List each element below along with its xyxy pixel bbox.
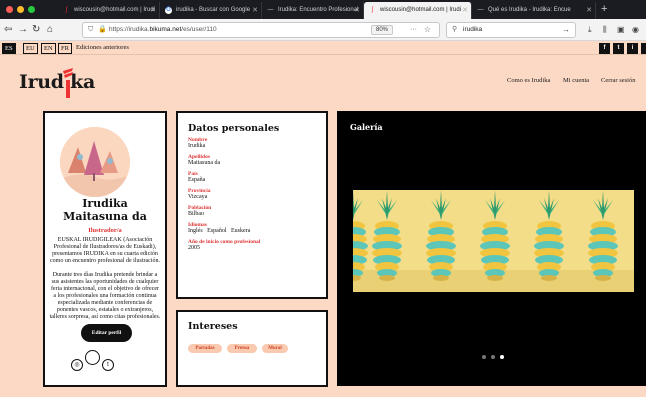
twitter-icon[interactable]: t	[613, 43, 624, 54]
bookmark-star-icon[interactable]: ☆	[424, 23, 431, 37]
account-icon[interactable]: ◉	[632, 24, 639, 36]
tab-3[interactable]: — Irudika: Encuentro Profesional ✕	[262, 2, 364, 19]
search-input[interactable]: ⚲ irudika →	[446, 22, 576, 38]
gallery-dot-1[interactable]	[482, 355, 486, 359]
close-window-icon[interactable]	[6, 6, 13, 13]
interests-title: Intereses	[188, 321, 238, 332]
extra-social-icon[interactable]	[641, 43, 646, 54]
menu-cerrar-sesion[interactable]: Cerrar sesión	[601, 77, 635, 84]
library-icon[interactable]: ⫼	[603, 24, 607, 36]
previous-editions-link[interactable]: Ediciones anteriores	[76, 44, 129, 51]
profile-card: Irudika Maitasuna da Ilustrador/a EUSKAL…	[43, 111, 167, 387]
edit-profile-button[interactable]: Editar perfil	[81, 324, 132, 342]
gallery-dot-2[interactable]	[491, 355, 495, 359]
personal-data-title: Datos personales	[188, 123, 280, 134]
profile-name-line1: Irudika	[82, 197, 128, 210]
forward-icon[interactable]: →	[18, 23, 28, 36]
close-tab-icon[interactable]: ✕	[586, 2, 592, 19]
zoom-level-badge[interactable]: 80%	[370, 25, 393, 35]
language-bar: ES EU EN FR Ediciones anteriores f t i	[0, 42, 646, 55]
blank-social-icon[interactable]	[85, 350, 100, 365]
interest-tag-portadas[interactable]: Portadas	[188, 344, 222, 353]
reload-icon[interactable]: ↻	[32, 23, 40, 36]
pineapples-image-icon	[353, 190, 634, 292]
interests-card: Intereses Portadas Prensa Mural	[176, 310, 328, 387]
lock-icon: 🔒	[98, 26, 107, 33]
search-icon: ⚲	[452, 26, 458, 33]
language-eu[interactable]: EU	[23, 43, 38, 54]
back-icon[interactable]: ⇦	[4, 23, 12, 36]
maximize-window-icon[interactable]	[28, 6, 35, 13]
twitter-icon[interactable]: t	[102, 359, 114, 371]
tab-4-active[interactable]: ʃ wiscousin@hotmail.com | Irudi ✕	[364, 2, 472, 19]
downloads-icon[interactable]: ⤓	[588, 24, 592, 36]
field-value-pais: España	[188, 177, 206, 183]
profile-bio-1: EUSKAL IRUDIGILEAK (Asociación Profesion…	[50, 237, 160, 264]
avatar-illustration-icon	[60, 127, 130, 197]
close-tab-icon[interactable]: ✕	[462, 2, 468, 19]
new-tab-button[interactable]: +	[601, 1, 607, 18]
close-tab-icon[interactable]: ✕	[252, 2, 258, 19]
irudika-favicon-icon: ʃ	[65, 7, 68, 13]
shield-icon: ⛉	[88, 26, 94, 33]
menu-como-es-irudika[interactable]: Como es Irudika	[507, 77, 550, 84]
profile-role: Ilustrador/a	[88, 227, 122, 234]
url-bar[interactable]: ⛉ 🔒 https://irudika.bikuma.net/es/user/1…	[82, 22, 440, 38]
field-value-inicio: 2005	[188, 245, 200, 251]
facebook-icon[interactable]: f	[599, 43, 610, 54]
interest-tag-mural[interactable]: Mural	[262, 344, 288, 353]
instagram-icon[interactable]: i	[627, 43, 638, 54]
close-tab-icon[interactable]: ✕	[354, 2, 360, 19]
home-icon[interactable]: ⌂	[47, 23, 53, 36]
field-value-apellidos: Maitasuna da	[188, 160, 221, 166]
avatar	[60, 127, 130, 197]
language-fr[interactable]: FR	[58, 43, 72, 54]
irudika-favicon-icon: ʃ	[371, 7, 374, 13]
gallery-title: Galería	[350, 122, 383, 132]
gallery-image[interactable]	[353, 190, 634, 292]
close-tab-icon[interactable]: ✕	[150, 2, 156, 19]
field-value-provincia: Vizcaya	[188, 194, 208, 200]
sidebar-icon[interactable]: ▣	[617, 24, 625, 36]
interest-tag-prensa[interactable]: Prensa	[227, 344, 257, 353]
search-go-icon[interactable]: →	[562, 23, 570, 37]
tab-2[interactable]: G irudika - Buscar con Google ✕	[160, 2, 262, 19]
field-value-idiomas: Inglés Español Euskera	[188, 228, 251, 234]
profile-name-line2: Maitasuna da	[63, 210, 147, 223]
instagram-icon[interactable]: ◎	[71, 359, 83, 371]
browser-tab-bar: ʃ wiscousin@hotmail.com | Irudi ✕ G irud…	[0, 0, 646, 19]
personal-data-card: Datos personales Nombre Irudika Apellido…	[176, 111, 328, 299]
browser-nav-bar: ⇦ → ↻ ⌂ ⛉ 🔒 https://irudika.bikuma.net/e…	[0, 19, 646, 41]
page-actions-icon[interactable]: ···	[410, 23, 417, 37]
site-logo[interactable]: Irud ka	[19, 71, 95, 93]
profile-bio-2: Durante tres días Irudika pretende brind…	[49, 272, 161, 320]
language-es[interactable]: ES	[2, 43, 16, 54]
gallery-panel: Galería	[337, 111, 646, 386]
language-en[interactable]: EN	[41, 43, 56, 54]
dash-favicon-icon: —	[267, 7, 274, 13]
minimize-window-icon[interactable]	[17, 6, 24, 13]
tab-5[interactable]: — Qué es Irudika - Irudika: Encue ✕	[472, 2, 596, 19]
field-value-nombre: Irudika	[188, 143, 206, 149]
google-favicon-icon: G	[165, 7, 172, 14]
field-value-poblacion: Bilbao	[188, 211, 204, 217]
tab-1[interactable]: ʃ wiscousin@hotmail.com | Irudi ✕	[58, 2, 160, 19]
dash-favicon-icon: —	[477, 7, 484, 13]
gallery-dot-3[interactable]	[500, 355, 504, 359]
logo-mark-icon	[63, 68, 73, 98]
menu-mi-cuenta[interactable]: Mi cuenta	[563, 77, 589, 84]
